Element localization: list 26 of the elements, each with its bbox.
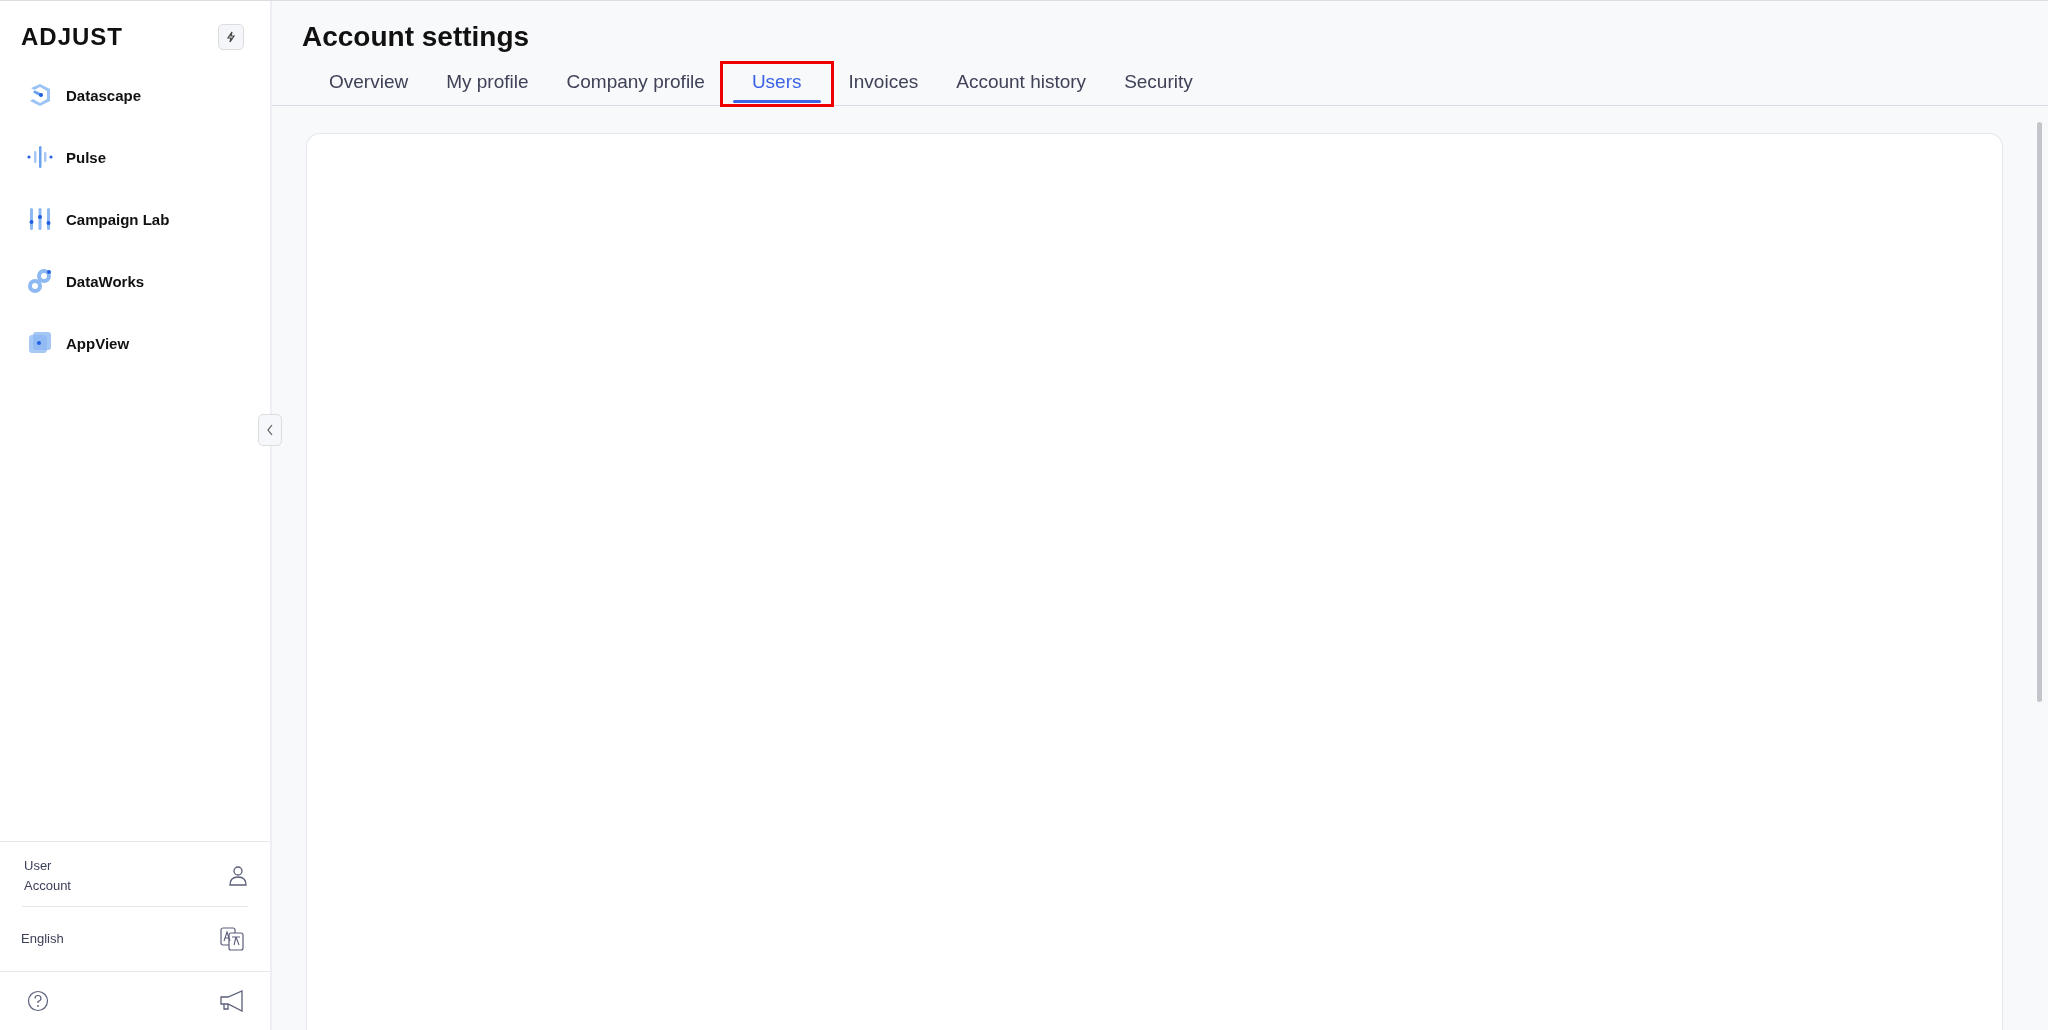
logo: ADJUST	[21, 23, 123, 51]
megaphone-icon[interactable]	[220, 990, 244, 1012]
link-icon	[26, 267, 54, 295]
language-selector[interactable]: English	[21, 929, 64, 949]
tab[interactable]: Security	[1105, 63, 1212, 105]
user-icon[interactable]	[228, 865, 248, 887]
tab[interactable]: Users	[721, 63, 832, 105]
nav-item[interactable]: DataWorks	[26, 267, 270, 295]
lightning-icon	[225, 31, 237, 43]
scrollbar[interactable]	[2037, 122, 2042, 702]
user-account-link[interactable]: User Account	[24, 856, 71, 896]
chevron-left-icon	[266, 424, 274, 436]
nav-item[interactable]: AppView	[26, 329, 270, 357]
translate-icon[interactable]	[220, 927, 244, 951]
lightning-button[interactable]	[218, 24, 244, 50]
tab[interactable]: Invoices	[829, 63, 938, 105]
pulse-icon	[26, 143, 54, 171]
tab[interactable]: Overview	[310, 63, 428, 105]
nav-item[interactable]: Campaign Lab	[26, 205, 270, 233]
tab[interactable]: My profile	[427, 63, 548, 105]
nav-item[interactable]: Pulse	[26, 143, 270, 171]
nav-item[interactable]: Datascape	[26, 81, 270, 109]
page-title: Account settings	[302, 21, 531, 53]
tab[interactable]: Account history	[937, 63, 1106, 105]
help-icon[interactable]	[27, 990, 49, 1012]
tab[interactable]: Company profile	[547, 63, 724, 105]
